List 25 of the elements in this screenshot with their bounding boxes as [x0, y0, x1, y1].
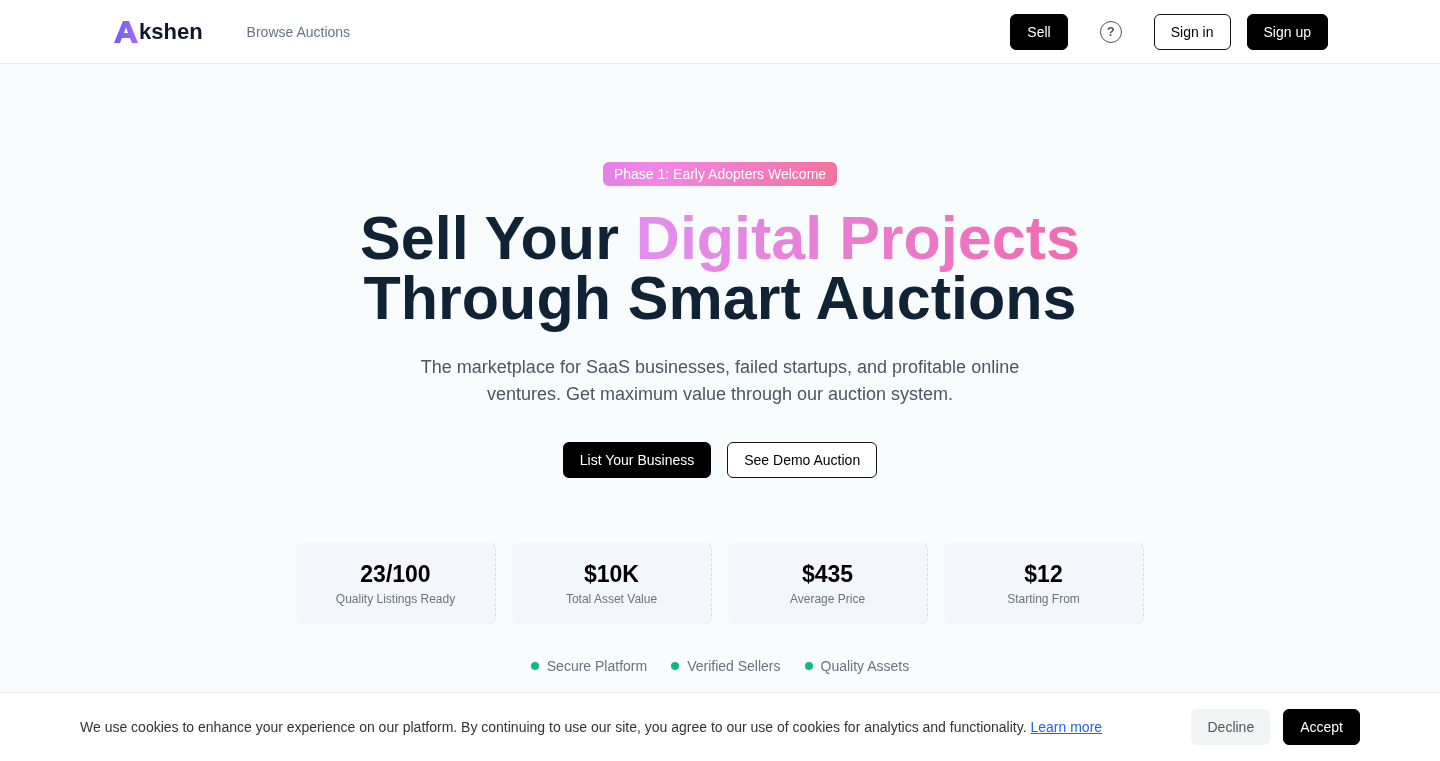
stat-value: 23/100 — [360, 560, 431, 588]
sign-up-button[interactable]: Sign up — [1246, 13, 1328, 50]
stat-label: Average Price — [789, 591, 866, 606]
feature-label: Secure Platform — [546, 658, 648, 674]
stat-label: Starting From — [1007, 591, 1080, 606]
logo-icon — [114, 19, 138, 44]
list-business-button[interactable]: List Your Business — [562, 442, 712, 478]
logo-text: kshen — [139, 18, 203, 45]
decline-button[interactable]: Decline — [1191, 709, 1271, 745]
phase-badge: Phase 1: Early Adopters Welcome — [602, 162, 838, 186]
stat-value: $12 — [1024, 560, 1063, 588]
stat-value: $435 — [801, 560, 854, 588]
feature-label: Verified Sellers — [687, 658, 781, 674]
learn-more-link[interactable]: Learn more — [1030, 719, 1103, 735]
cookie-message: We use cookies to enhance your experience on our platform. By continuing to use our site, you agree to our use of cookies for analytics and functionality. Learn more — [80, 719, 1104, 735]
demo-auction-button[interactable]: See Demo Auction — [727, 442, 878, 478]
stat-label: Quality Listings Ready — [335, 591, 456, 606]
sign-in-button[interactable]: Sign in — [1153, 13, 1231, 50]
stat-label: Total Asset Value — [565, 591, 658, 606]
accept-button[interactable]: Accept — [1283, 709, 1360, 745]
hero-subtitle: The marketplace for SaaS businesses, failed startups, and profitable online ventures. Get maximum value through our auction system. — [419, 356, 1021, 406]
feature-label: Quality Assets — [820, 658, 910, 674]
nav-link[interactable]: Browse Auctions — [246, 23, 351, 40]
stat-value: $10K — [584, 560, 639, 588]
sell-button[interactable]: Sell — [1010, 13, 1068, 50]
